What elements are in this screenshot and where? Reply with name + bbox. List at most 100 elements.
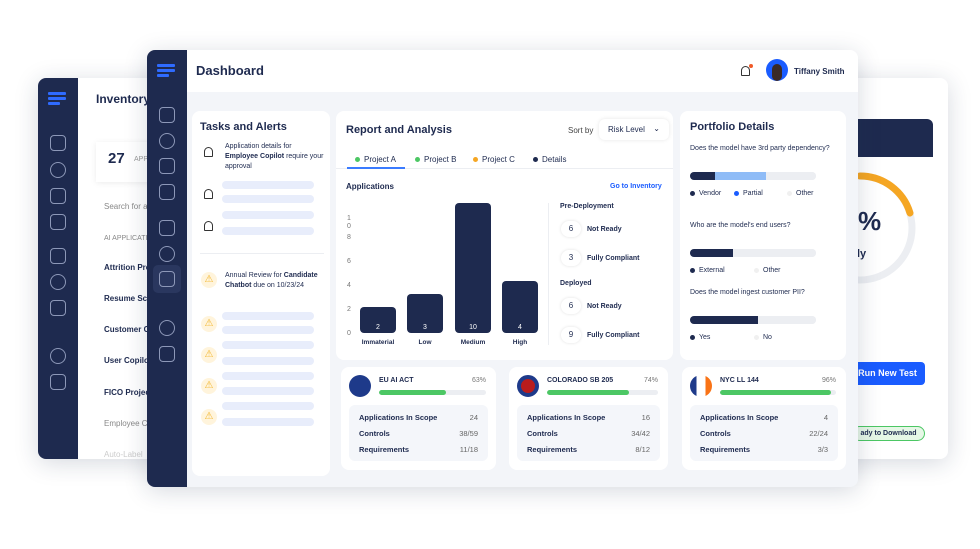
alert-approval[interactable]: Application details for Employee Copilot… xyxy=(225,142,325,172)
user-icon[interactable] xyxy=(159,320,175,336)
book-icon[interactable] xyxy=(50,374,66,390)
inventory-row[interactable]: Customer C xyxy=(104,325,149,334)
ready-to-download-pill[interactable]: ady to Download xyxy=(852,426,925,441)
user-icon[interactable] xyxy=(50,348,66,364)
x-tick-label: Immaterial xyxy=(362,339,395,346)
sort-label: Sort by xyxy=(568,126,594,135)
reports-icon[interactable] xyxy=(50,135,66,151)
report-title: Report and Analysis xyxy=(346,124,452,136)
tasks-panel: Tasks and Alerts Application details for… xyxy=(192,111,330,476)
alert-review[interactable]: Annual Review for Candidate Chatbot due … xyxy=(225,271,325,291)
inventory-row[interactable]: FICO Projec xyxy=(104,388,150,397)
inventory-count: 27 xyxy=(108,150,125,167)
inventory-row[interactable]: Auto-Label xyxy=(104,450,143,459)
regulation-card[interactable]: EU AI ACT 63% Applications In Scope 24 Co… xyxy=(341,367,496,470)
book-icon[interactable] xyxy=(159,346,175,362)
count-badge: 9 xyxy=(561,327,581,343)
inventory-search[interactable]: Search for a xyxy=(104,202,148,211)
x-tick-label: Medium xyxy=(461,339,486,346)
legend-item: Yes xyxy=(690,334,710,341)
dashboard-window: Dashboard Tiffany Smith Tasks and Alerts… xyxy=(147,50,858,487)
tasks-title: Tasks and Alerts xyxy=(200,121,287,133)
regulation-percent: 63% xyxy=(471,377,486,384)
column-header: AI APPLICATI xyxy=(104,235,148,242)
status-label: Not Ready xyxy=(587,226,622,233)
notification-bell-icon[interactable] xyxy=(741,66,750,76)
cube-icon[interactable] xyxy=(50,162,66,178)
y-tick-label: 0 xyxy=(347,330,351,337)
gauge-label: ly xyxy=(857,248,867,260)
regulation-percent: 74% xyxy=(643,377,658,384)
file-icon[interactable] xyxy=(159,158,175,174)
portfolio-question: Who are the model's end users? xyxy=(690,222,791,229)
tab-details[interactable]: Details xyxy=(533,155,566,164)
legend-item: Vendor xyxy=(690,190,721,197)
sidebar xyxy=(38,78,78,459)
bar-medium[interactable] xyxy=(455,203,491,333)
inventory-row[interactable]: Resume Scr xyxy=(104,294,150,303)
legend-item: Other xyxy=(754,267,781,274)
bar-segment xyxy=(690,172,716,180)
bank-icon[interactable] xyxy=(50,248,66,264)
y-tick-label: 10 xyxy=(347,215,351,230)
logo-icon xyxy=(157,64,175,77)
grid-icon[interactable] xyxy=(50,300,66,316)
bar-segment xyxy=(765,172,816,180)
regulation-name: EU AI ACT xyxy=(379,377,414,384)
regulation-name: NYC LL 144 xyxy=(720,377,759,384)
x-tick-label: Low xyxy=(419,339,433,346)
status-label: Not Ready xyxy=(587,303,622,310)
x-tick-label: High xyxy=(513,339,527,346)
user-name[interactable]: Tiffany Smith xyxy=(794,67,845,76)
avatar[interactable] xyxy=(766,59,788,81)
go-to-inventory-link[interactable]: Go to Inventory xyxy=(610,183,662,190)
flag-icon xyxy=(517,375,539,397)
sidebar xyxy=(147,50,187,487)
monitor-icon[interactable] xyxy=(50,214,66,230)
applications-bar-chart: 0 2 4 6 8 1 0 2 Immaterial 3 Low 10 Medium 4 High xyxy=(347,203,538,346)
bulb-icon[interactable] xyxy=(50,274,66,290)
cube-icon[interactable] xyxy=(159,133,175,149)
progress-bar xyxy=(547,390,658,395)
portfolio-bar xyxy=(690,249,816,257)
applications-title: Applications xyxy=(346,182,395,191)
flag-icon xyxy=(690,375,712,397)
count-badge: 3 xyxy=(561,250,581,266)
reports-icon[interactable] xyxy=(159,107,175,123)
tab-project-c[interactable]: Project C xyxy=(473,155,515,164)
status-label: Fully Compliant xyxy=(587,332,640,339)
portfolio-bar xyxy=(690,172,816,180)
y-tick-label: 8 xyxy=(347,234,351,241)
run-new-test-button[interactable]: Run New Test xyxy=(850,362,925,385)
inventory-row[interactable]: User Copilo xyxy=(104,356,149,365)
warning-icon: ⚠ xyxy=(201,316,217,332)
inventory-row[interactable]: Employee C xyxy=(104,419,148,428)
page-title: Dashboard xyxy=(196,63,264,78)
pre-deployment-title: Pre-Deployment xyxy=(560,203,614,210)
regulation-card[interactable]: COLORADO SB 205 74% Applications In Scop… xyxy=(509,367,668,470)
grid-icon[interactable] xyxy=(159,271,175,287)
bar-segment xyxy=(690,316,759,324)
bulb-icon[interactable] xyxy=(159,246,175,262)
logo-icon xyxy=(48,92,66,105)
portfolio-bar xyxy=(690,316,816,324)
bar-value-label: 4 xyxy=(518,324,522,331)
bar-value-label: 2 xyxy=(376,324,380,331)
regulation-card[interactable]: NYC LL 144 96% Applications In Scope 4 Co… xyxy=(682,367,846,470)
tab-project-b[interactable]: Project B xyxy=(415,155,456,164)
inventory-row[interactable]: Attrition Pre xyxy=(104,263,150,272)
count-badge: 6 xyxy=(561,298,581,314)
bank-icon[interactable] xyxy=(159,220,175,236)
monitor-icon[interactable] xyxy=(159,184,175,200)
sort-select[interactable]: Risk Level ⌄ xyxy=(599,119,669,140)
file-icon[interactable] xyxy=(50,188,66,204)
regulation-percent: 96% xyxy=(821,377,836,384)
bell-icon xyxy=(204,189,213,199)
bar-segment xyxy=(715,172,766,180)
bar-segment xyxy=(732,249,816,257)
bar-value-label: 10 xyxy=(469,324,477,331)
warning-icon: ⚠ xyxy=(201,272,217,288)
y-tick-label: 4 xyxy=(347,282,351,289)
tab-project-a[interactable]: Project A xyxy=(355,155,396,164)
legend-item: Partial xyxy=(734,190,763,197)
